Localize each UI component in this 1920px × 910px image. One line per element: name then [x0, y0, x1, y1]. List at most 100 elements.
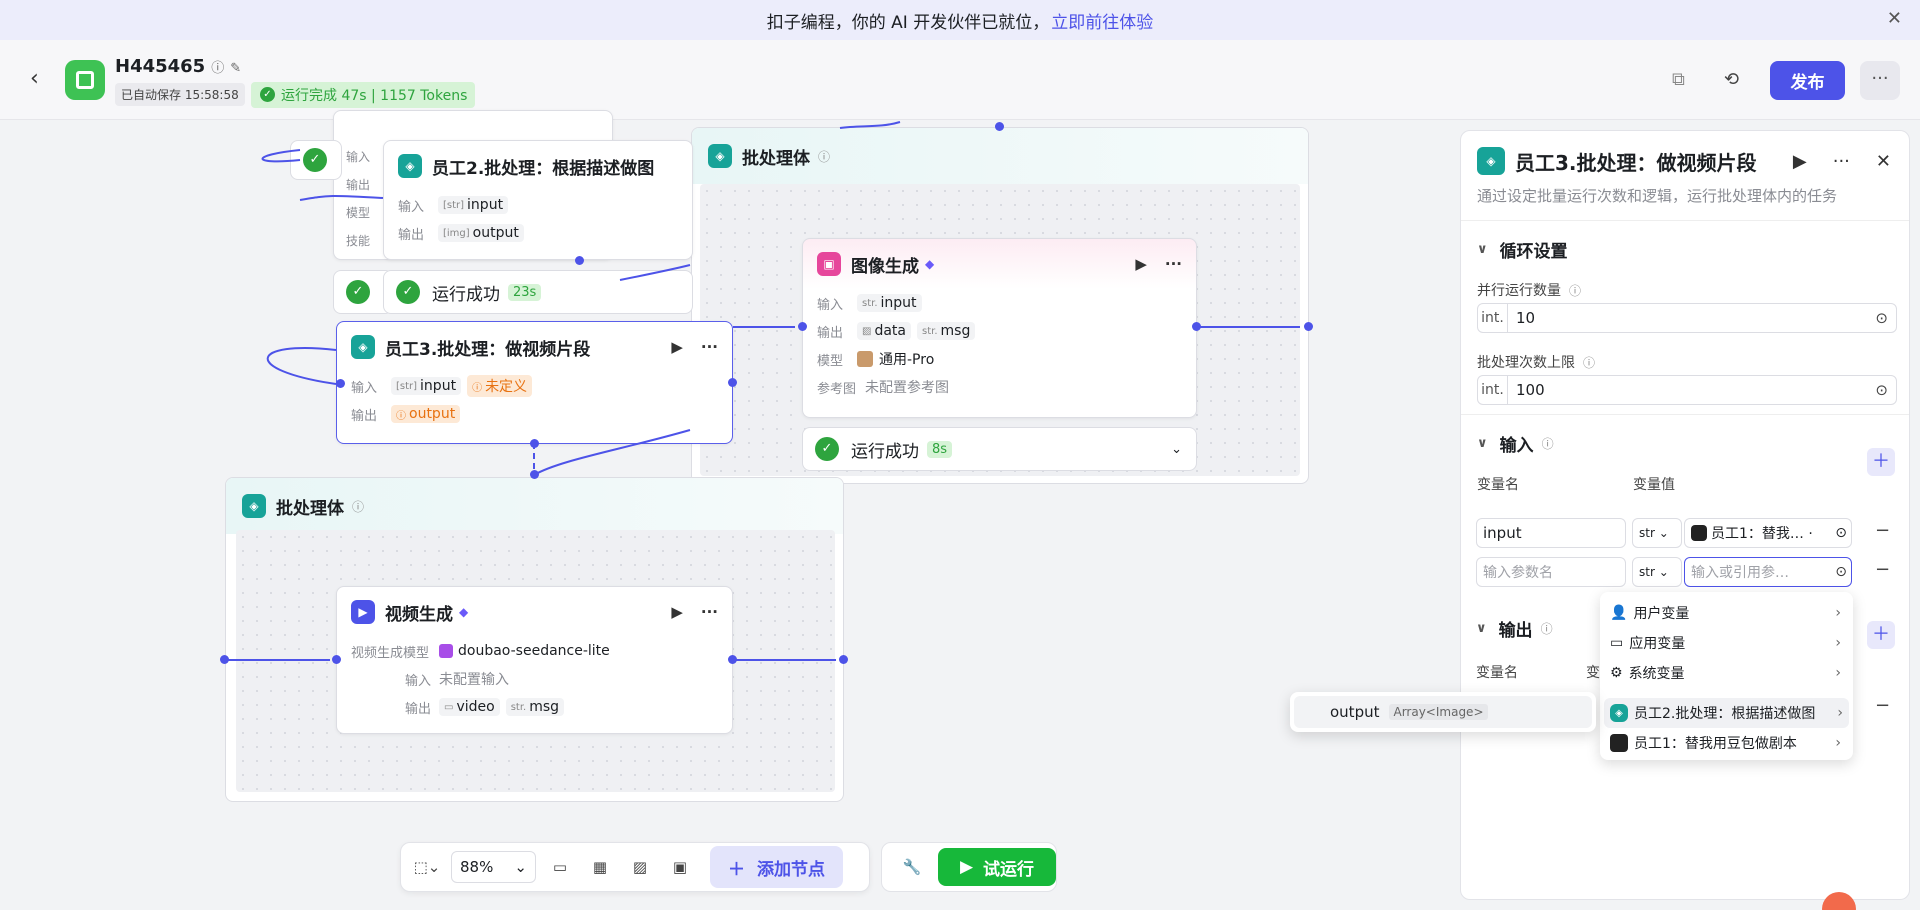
add-output-button[interactable]: ＋	[1867, 621, 1895, 649]
info-icon[interactable]: ⓘ	[1542, 435, 1554, 452]
handle-dot[interactable]	[530, 470, 539, 479]
folder-icon: ▭	[1610, 635, 1624, 651]
menu-item-user-vars[interactable]: 👤 用户变量 ›	[1600, 598, 1853, 628]
node-employee3[interactable]: ◈ 员工3.批处理：做视频片段 ▶ ··· 输入 [str] input ⓘ 未定义 输出 ⓘ o…	[336, 321, 733, 444]
handle-dot[interactable]	[728, 378, 737, 387]
info-icon[interactable]: ⓘ	[1541, 620, 1553, 637]
banner-link[interactable]: 立即前往体验	[1051, 8, 1153, 33]
submenu-item-output[interactable]: output Array<Image>	[1294, 696, 1592, 728]
variable-icon[interactable]: ⊙	[1835, 525, 1847, 541]
handle-dot[interactable]	[530, 439, 539, 448]
variable-picker-menu: 👤 用户变量 › ▭ 应用变量 › ⚙ 系统变量 › ◈ 员工2.批处理：根据描述做图 › 员工…	[1600, 592, 1853, 760]
node-video-generation[interactable]: ▶ 视频生成 ◆ ▶ ··· 视频生成模型 doubao-seedance-lite 输入…	[336, 586, 733, 734]
loop-settings-section[interactable]: ∨ 循环设置	[1461, 221, 1909, 277]
menu-item-system-vars[interactable]: ⚙ 系统变量 ›	[1600, 658, 1853, 688]
more-icon[interactable]: ···	[1860, 61, 1900, 100]
var-type: Array<Image>	[1389, 704, 1488, 720]
check-icon: ✓	[346, 280, 370, 304]
play-icon[interactable]: ▶	[671, 603, 683, 621]
remove-row-icon[interactable]: −	[1875, 520, 1890, 541]
batch-limit-input[interactable]: int. 100 ⊙	[1477, 375, 1897, 405]
node-image-generation[interactable]: ▣ 图像生成 ◆ ▶ ··· 输入 str. input 输出 ▨ data str. msg 模型…	[802, 238, 1197, 418]
more-icon[interactable]: ···	[701, 338, 718, 356]
handle-dot[interactable]	[220, 655, 229, 664]
copy-icon[interactable]: ⧉	[1672, 69, 1685, 90]
emp2-status[interactable]: ✓ 运行成功 23s	[383, 270, 693, 314]
variable-icon[interactable]: ⊙	[1835, 564, 1847, 580]
chevron-down-icon[interactable]: ⌄	[1171, 442, 1182, 457]
input-label: 输入	[817, 297, 844, 313]
handle-dot[interactable]	[728, 655, 737, 664]
history-icon[interactable]: ⟲	[1724, 69, 1739, 90]
node-employee2[interactable]: ◈ 员工2.批处理：根据描述做图 输入 [str] input 输出 [img] outp…	[383, 140, 693, 260]
handle-dot[interactable]	[798, 322, 807, 331]
param-name-input[interactable]: 输入参数名	[1476, 557, 1626, 587]
diamond-icon: ◆	[459, 605, 469, 619]
info-icon[interactable]: ⓘ	[1583, 354, 1595, 371]
more-icon[interactable]: ···	[701, 603, 718, 621]
output-tag-data: ▨ data	[857, 322, 911, 340]
handle-dot[interactable]	[332, 655, 341, 664]
input-value-field[interactable]: 员工1：替我… · ⊙	[1684, 518, 1852, 548]
image-icon[interactable]: ▨	[624, 851, 656, 883]
partial-status[interactable]: ✓	[290, 140, 342, 180]
handle-dot[interactable]	[995, 122, 1004, 131]
input-row: 输入 未配置输入	[337, 665, 732, 693]
output-row: 输出 ▨ data str. msg	[803, 317, 1196, 345]
info-icon[interactable]: ⓘ	[211, 61, 224, 76]
more-icon[interactable]: ···	[1833, 151, 1850, 172]
publish-button[interactable]: 发布	[1770, 61, 1845, 100]
wrench-icon[interactable]: 🔧	[896, 851, 928, 883]
output-tag-msg: str. msg	[917, 322, 976, 340]
pointer-icon[interactable]: ⬚⌄	[411, 851, 443, 883]
handle-dot[interactable]	[1304, 322, 1313, 331]
trial-run-label: 试运行	[983, 859, 1035, 880]
zoom-select[interactable]: 88% ⌄	[451, 851, 536, 883]
variable-icon[interactable]: ⊙	[1875, 309, 1888, 327]
output-col-value: 变	[1586, 665, 1600, 681]
parallel-count-input[interactable]: int. 10 ⊙	[1477, 303, 1897, 333]
menu-item-app-vars[interactable]: ▭ 应用变量 ›	[1600, 628, 1853, 658]
info-icon[interactable]: ⓘ	[352, 498, 364, 515]
type-select[interactable]: str ⌄	[1632, 518, 1682, 548]
remove-row-icon[interactable]: −	[1875, 559, 1890, 580]
back-icon[interactable]: ‹	[30, 66, 39, 91]
param-value-input[interactable]: 输入或引用参… ⊙	[1684, 557, 1852, 587]
close-icon[interactable]: ✕	[1876, 151, 1891, 172]
panel-title: 员工3.批处理：做视频片段	[1515, 150, 1757, 175]
app-logo	[65, 60, 105, 100]
input-name-field[interactable]: input	[1476, 518, 1626, 548]
output-section[interactable]: ∨ 输出 ⓘ	[1460, 600, 1600, 656]
type-select[interactable]: str ⌄	[1632, 557, 1682, 587]
play-icon[interactable]: ▶	[671, 338, 683, 356]
node-config-panel: ◈ 员工3.批处理：做视频片段 ▶ ··· ✕ 通过设定批量运行次数和逻辑，运行批处理体…	[1460, 130, 1910, 900]
handle-dot[interactable]	[336, 379, 345, 388]
trial-run-button[interactable]: ▶ 试运行	[938, 848, 1056, 886]
add-node-button[interactable]: ＋ 添加节点	[710, 846, 843, 888]
edit-icon[interactable]: ✎	[230, 61, 241, 76]
info-icon[interactable]: ⓘ	[818, 148, 830, 165]
menu-item-employee1[interactable]: 员工1：替我用豆包做剧本 ›	[1600, 728, 1853, 758]
more-icon[interactable]: ···	[1165, 255, 1182, 273]
variable-icon[interactable]: ⊙	[1875, 381, 1888, 399]
play-icon[interactable]: ▶	[1135, 255, 1147, 273]
handle-dot[interactable]	[1192, 322, 1201, 331]
info-icon[interactable]: ⓘ	[1569, 282, 1581, 299]
minimap-icon[interactable]: ▣	[664, 851, 696, 883]
handle-dot[interactable]	[575, 256, 584, 265]
handle-dot[interactable]	[839, 655, 848, 664]
remove-row-icon[interactable]: −	[1875, 695, 1890, 716]
layout-icon[interactable]: ▦	[584, 851, 616, 883]
panel-description: 通过设定批量运行次数和逻辑，运行批处理体内的任务	[1461, 185, 1909, 221]
play-icon[interactable]: ▶	[1793, 151, 1807, 172]
menu-item-employee2[interactable]: ◈ 员工2.批处理：根据描述做图 ›	[1604, 698, 1849, 728]
input-section[interactable]: ∨ 输入 ⓘ	[1461, 415, 1909, 471]
model-label: 视频生成模型	[351, 645, 430, 661]
run-toolbar: 🔧 ▶ 试运行	[881, 842, 1057, 892]
close-icon[interactable]: ✕	[1887, 8, 1902, 29]
comment-icon[interactable]: ▭	[544, 851, 576, 883]
image-status[interactable]: ✓ 运行成功 8s ⌄	[802, 427, 1197, 471]
input-label: 输入	[404, 673, 431, 689]
section-title: 输入	[1499, 435, 1534, 456]
add-input-button[interactable]: ＋	[1867, 448, 1895, 476]
